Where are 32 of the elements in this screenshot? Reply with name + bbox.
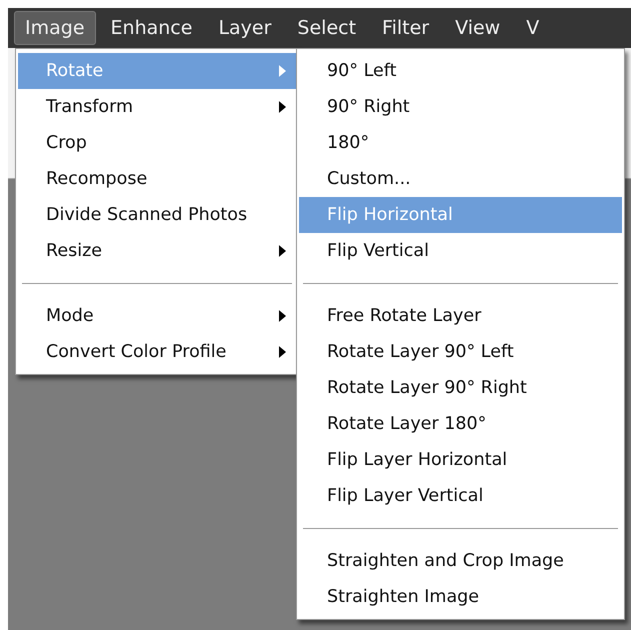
menu-bar-item[interactable]: Layer bbox=[207, 11, 282, 45]
menu-item[interactable]: Flip Layer Horizontal bbox=[299, 442, 622, 478]
submenu-arrow-icon bbox=[279, 346, 286, 358]
menu-bar-item[interactable]: Select bbox=[286, 11, 368, 45]
menu-item[interactable]: Custom... bbox=[299, 161, 622, 197]
menu-item[interactable]: Divide Scanned Photos bbox=[18, 197, 296, 233]
menu-item[interactable]: Rotate Layer 90° Right bbox=[299, 370, 622, 406]
menu-item[interactable]: 90° Left bbox=[299, 53, 622, 89]
menu-item[interactable]: Flip Vertical bbox=[299, 233, 622, 269]
menu-bar-item[interactable]: V bbox=[515, 11, 550, 45]
menu-item[interactable]: Straighten Image bbox=[299, 579, 622, 615]
menu-bar-item[interactable]: Filter bbox=[371, 11, 440, 45]
menu-bar-item[interactable]: View bbox=[444, 11, 512, 45]
menu-item[interactable]: 90° Right bbox=[299, 89, 622, 125]
menu-item[interactable]: Straighten and Crop Image bbox=[299, 543, 622, 579]
menu-item[interactable]: Convert Color Profile bbox=[18, 334, 296, 370]
menu-bar-item[interactable]: Enhance bbox=[100, 11, 204, 45]
submenu-arrow-icon bbox=[279, 101, 286, 113]
menu-item[interactable]: Rotate Layer 90° Left bbox=[299, 334, 622, 370]
menu-item[interactable]: 180° bbox=[299, 125, 622, 161]
submenu-arrow-icon bbox=[279, 310, 286, 322]
menu-item[interactable]: Transform bbox=[18, 89, 296, 125]
menu-item[interactable]: Flip Layer Vertical bbox=[299, 478, 622, 514]
menu-bar-item[interactable]: Image bbox=[14, 11, 96, 45]
menu-item[interactable]: Crop bbox=[18, 125, 296, 161]
submenu-arrow-icon bbox=[279, 65, 286, 77]
menu-item[interactable]: Rotate Layer 180° bbox=[299, 406, 622, 442]
menu-item[interactable]: Mode bbox=[18, 298, 296, 334]
menu-item[interactable]: Free Rotate Layer bbox=[299, 298, 622, 334]
menu-item[interactable]: Recompose bbox=[18, 161, 296, 197]
menu-item[interactable]: Resize bbox=[18, 233, 296, 269]
submenu-arrow-icon bbox=[279, 245, 286, 257]
